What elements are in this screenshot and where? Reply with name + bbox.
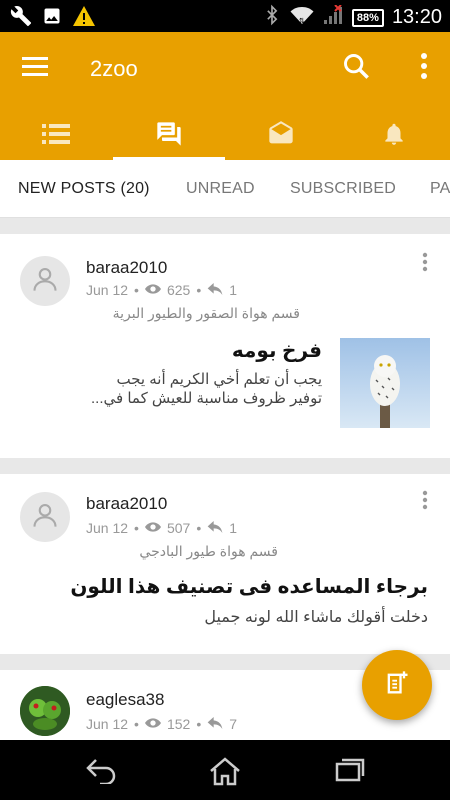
post-excerpt-line-1: دخلت أقولك ماشاء الله لونه جميل [204,609,428,626]
forum-name[interactable]: قسم هواة طيور البادجي [139,543,278,560]
reply-count: 7 [229,716,238,732]
status-bar: ⇅ 88% 13:20 [0,0,450,32]
post-card[interactable]: baraa2010 Jun 12 • 507 • 1 قسم هواة طيور… [0,474,450,654]
post-username[interactable]: baraa2010 [86,494,167,514]
system-nav-bar [0,740,450,800]
post-meta: Jun 12 • 625 • 1 [86,282,237,298]
tab-forum[interactable] [112,112,226,160]
forum-icon [154,120,184,153]
compose-icon [383,669,411,702]
warning-icon [72,5,96,32]
battery-indicator: 88% [351,8,384,27]
view-count: 625 [166,282,191,298]
post-meta: Jun 12 • 507 • 1 [86,520,237,536]
clock: 13:20 [391,6,442,28]
tab-notifications[interactable] [338,112,450,160]
bell-icon [381,120,407,153]
signal-icon [322,4,344,30]
separator-dot: • [196,282,202,298]
post-date: Jun 12 [86,716,129,732]
eye-icon [144,282,161,298]
avatar[interactable] [20,492,70,542]
post-meta: Jun 12 • 152 • 7 [86,716,237,732]
new-post-button[interactable] [362,650,432,720]
subtab-bar: NEW POSTS (20) UNREAD SUBSCRIBED PA [0,160,450,218]
tab-messages[interactable] [225,112,338,160]
reply-count: 1 [229,520,238,536]
user-placeholder-icon [31,265,59,298]
post-date: Jun 12 [86,520,129,536]
post-thumbnail[interactable] [340,338,430,428]
image-icon [42,6,62,31]
hamburger-menu-icon[interactable] [22,56,48,78]
post-excerpt-line-2: توفير ظروف مناسبة للعيش كما في... [91,390,322,407]
search-icon[interactable] [342,52,370,85]
overflow-menu-icon[interactable] [420,52,428,85]
subtab-unread[interactable]: UNREAD [186,180,255,198]
list-icon [42,123,71,150]
reply-icon [207,716,223,732]
wrench-icon [10,5,32,32]
tab-list[interactable] [0,112,113,160]
reply-count: 1 [229,282,238,298]
post-options-icon[interactable] [422,252,428,277]
forum-name[interactable]: قسم هواة الصقور والطيور البرية [113,305,300,322]
subtab-partial[interactable]: PA [430,180,450,198]
separator-dot: • [134,520,139,536]
bluetooth-icon [262,4,282,31]
main-tabs [0,112,450,160]
avatar[interactable] [20,256,70,306]
eye-icon [144,716,161,732]
eye-icon [144,520,161,536]
wifi-icon: ⇅ [290,5,314,30]
separator-dot: • [196,716,202,732]
reply-icon [207,282,223,298]
recent-apps-icon[interactable] [334,756,366,789]
app-bar: 2zoo [0,32,450,160]
user-placeholder-icon [31,501,59,534]
post-title[interactable]: فرخ بومه [232,338,322,363]
view-count: 507 [166,520,191,536]
post-options-icon[interactable] [422,490,428,515]
reply-icon [207,520,223,536]
home-icon[interactable] [208,756,242,791]
separator-dot: • [134,282,139,298]
separator-dot: • [196,520,202,536]
back-icon[interactable] [84,756,118,789]
post-username[interactable]: eaglesa38 [86,690,164,710]
avatar[interactable] [20,686,70,736]
post-excerpt-line-1: يجب أن تعلم أخي الكريم أنه يجب [116,371,322,388]
subtab-subscribed[interactable]: SUBSCRIBED [290,180,396,198]
app-title: 2zoo [90,56,138,81]
envelope-open-icon [267,120,295,153]
post-date: Jun 12 [86,282,129,298]
subtab-new-posts[interactable]: NEW POSTS (20) [18,180,150,198]
separator-dot: • [134,716,139,732]
post-title[interactable]: برجاء المساعده فى تصنيف هذا اللون [70,574,428,599]
post-username[interactable]: baraa2010 [86,258,167,278]
post-card[interactable]: baraa2010 Jun 12 • 625 • 1 قسم هواة الصق… [0,234,450,458]
view-count: 152 [166,716,191,732]
svg-text:⇅: ⇅ [299,17,305,25]
